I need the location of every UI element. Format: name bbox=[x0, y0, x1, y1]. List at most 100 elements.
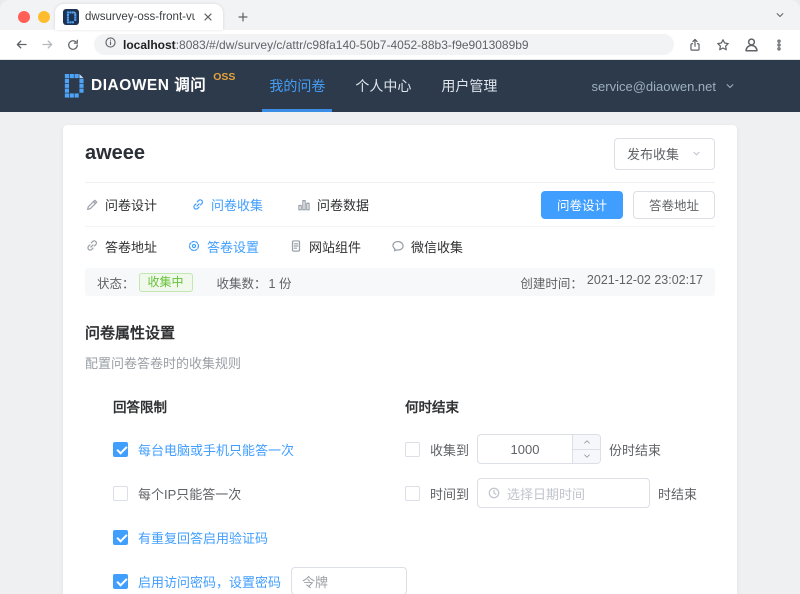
rule-collect-to: 收集到 1000 份时结束 bbox=[405, 434, 697, 464]
status-label: 状态： bbox=[97, 273, 135, 292]
nav-item-my-surveys[interactable]: 我的问卷 bbox=[269, 60, 325, 112]
option-label[interactable]: 每台电脑或手机只能答一次 bbox=[138, 440, 294, 459]
share-icon[interactable] bbox=[684, 34, 706, 56]
site-favicon-icon bbox=[63, 9, 79, 25]
chevron-down-icon bbox=[691, 148, 702, 159]
tab-survey-design[interactable]: 问卷设计 bbox=[85, 195, 157, 214]
gear-icon bbox=[187, 239, 201, 253]
survey-tabs: 问卷设计 问卷收集 问卷数据 问卷设计 答卷地址 bbox=[85, 183, 715, 227]
collect-count-label: 收集数： bbox=[217, 273, 267, 292]
checkbox-device-limit[interactable] bbox=[113, 442, 128, 457]
survey-title: aweee bbox=[85, 142, 145, 165]
close-window-button[interactable] bbox=[18, 11, 30, 23]
account-menu[interactable]: service@diaowen.net bbox=[592, 79, 736, 94]
refresh-button[interactable] bbox=[62, 34, 84, 56]
option-ip-limit: 每个IP只能答一次 bbox=[113, 478, 405, 508]
bookmark-star-icon[interactable] bbox=[712, 34, 734, 56]
page-background: aweee 发布收集 问卷设计 问卷收集 问卷数据 bbox=[0, 112, 800, 594]
account-email: service@diaowen.net bbox=[592, 79, 716, 94]
datetime-picker-input[interactable]: 选择日期时间 bbox=[477, 478, 650, 508]
end-rules-column: 何时结束 收集到 1000 份时结束 bbox=[405, 396, 697, 594]
tab-survey-collect[interactable]: 问卷收集 bbox=[191, 195, 263, 214]
url-bar[interactable]: localhost:8083/#/dw/survey/c/attr/c98fa1… bbox=[94, 34, 674, 55]
browser-tab[interactable]: dwsurvey-oss-front-vue bbox=[55, 4, 223, 30]
subtab-answer-settings[interactable]: 答卷设置 bbox=[187, 237, 259, 256]
publish-collect-dropdown[interactable]: 发布收集 bbox=[614, 138, 715, 170]
subtab-label: 答卷地址 bbox=[105, 237, 157, 256]
new-tab-button[interactable] bbox=[231, 5, 255, 29]
status-badge: 收集中 bbox=[139, 273, 193, 292]
checkbox-ip-limit[interactable] bbox=[113, 486, 128, 501]
collect-count-value: 1 份 bbox=[269, 273, 292, 292]
stepper-up-icon[interactable] bbox=[573, 435, 600, 450]
checkbox-captcha[interactable] bbox=[113, 530, 128, 545]
checkbox-collect-to[interactable] bbox=[405, 442, 420, 457]
url-path: :8083/#/dw/survey/c/attr/c98fa140-50b7-4… bbox=[176, 38, 529, 52]
site-info-icon[interactable] bbox=[104, 36, 117, 54]
subtab-wechat-collect[interactable]: 微信收集 bbox=[391, 237, 463, 256]
collect-count-input[interactable]: 1000 bbox=[477, 434, 601, 464]
forward-button[interactable] bbox=[36, 34, 58, 56]
browser-window: dwsurvey-oss-front-vue localhost:8083/#/… bbox=[0, 0, 800, 594]
back-button[interactable] bbox=[10, 34, 32, 56]
tab-label: 问卷收集 bbox=[211, 195, 263, 214]
section-subtitle: 配置问卷答卷时的收集规则 bbox=[85, 353, 715, 372]
nav-item-personal-center[interactable]: 个人中心 bbox=[355, 60, 411, 112]
option-label[interactable]: 每个IP只能答一次 bbox=[138, 484, 241, 503]
tab-survey-data[interactable]: 问卷数据 bbox=[297, 195, 369, 214]
checkbox-access-password[interactable] bbox=[113, 574, 128, 589]
answer-limit-title: 回答限制 bbox=[113, 396, 405, 416]
option-label[interactable]: 启用访问密码，设置密码 bbox=[138, 572, 281, 591]
title-row: aweee 发布收集 bbox=[85, 125, 715, 183]
answer-limit-column: 回答限制 每台电脑或手机只能答一次 每个IP只能答一次 有重复回答启用验证码 bbox=[113, 396, 405, 594]
brand-name: DIAOWEN 调问 bbox=[91, 73, 206, 99]
subtab-site-widget[interactable]: 网站组件 bbox=[289, 237, 361, 256]
chevron-down-icon bbox=[724, 80, 736, 92]
created-time-value: 2021-12-02 23:02:17 bbox=[587, 273, 703, 292]
rule-suffix: 时结束 bbox=[658, 484, 697, 503]
minimize-window-button[interactable] bbox=[38, 11, 50, 23]
datetime-placeholder: 选择日期时间 bbox=[507, 484, 585, 503]
clock-icon bbox=[487, 486, 501, 500]
section-head: 问卷属性设置 配置问卷答卷时的收集规则 bbox=[85, 322, 715, 372]
collect-count-input-value[interactable]: 1000 bbox=[478, 435, 572, 463]
status-bar: 状态： 收集中 收集数： 1 份 创建时间： 2021-12-02 23:02:… bbox=[85, 268, 715, 296]
answer-url-button[interactable]: 答卷地址 bbox=[633, 191, 715, 219]
tab-search-icon[interactable] bbox=[774, 8, 786, 26]
toolbar-actions bbox=[684, 34, 790, 56]
option-label[interactable]: 有重复回答启用验证码 bbox=[138, 528, 268, 547]
main-nav: 我的问卷 个人中心 用户管理 bbox=[269, 60, 497, 112]
brand[interactable]: DIAOWEN 调问 OSS bbox=[64, 73, 235, 99]
collect-subtabs: 答卷地址 答卷设置 网站组件 微信收集 bbox=[85, 227, 715, 265]
link-icon bbox=[191, 198, 205, 212]
survey-design-button[interactable]: 问卷设计 bbox=[541, 191, 623, 219]
browser-toolbar: localhost:8083/#/dw/survey/c/attr/c98fa1… bbox=[0, 30, 800, 60]
section-title: 问卷属性设置 bbox=[85, 322, 715, 343]
option-captcha: 有重复回答启用验证码 bbox=[113, 522, 405, 552]
tab-label: 问卷数据 bbox=[317, 195, 369, 214]
option-device-limit: 每台电脑或手机只能答一次 bbox=[113, 434, 405, 464]
app-navbar: DIAOWEN 调问 OSS 我的问卷 个人中心 用户管理 service@di… bbox=[0, 60, 800, 112]
nav-item-user-management[interactable]: 用户管理 bbox=[441, 60, 497, 112]
tab-label: 问卷设计 bbox=[105, 195, 157, 214]
subtab-label: 答卷设置 bbox=[207, 237, 259, 256]
rule-label[interactable]: 时间到 bbox=[430, 484, 469, 503]
number-stepper bbox=[572, 435, 600, 463]
pencil-icon bbox=[85, 198, 99, 212]
attribute-form: 回答限制 每台电脑或手机只能答一次 每个IP只能答一次 有重复回答启用验证码 bbox=[85, 396, 715, 594]
stepper-down-icon[interactable] bbox=[573, 450, 600, 464]
subtab-answer-url[interactable]: 答卷地址 bbox=[85, 237, 157, 256]
password-input[interactable]: 令牌 bbox=[291, 567, 407, 594]
browser-tab-strip: dwsurvey-oss-front-vue bbox=[0, 0, 800, 30]
chat-bubble-icon bbox=[391, 239, 405, 253]
link-icon bbox=[85, 239, 99, 253]
bar-chart-icon bbox=[297, 198, 311, 212]
document-icon bbox=[289, 239, 303, 253]
close-tab-icon[interactable] bbox=[201, 10, 215, 24]
subtab-label: 微信收集 bbox=[411, 237, 463, 256]
profile-avatar-icon[interactable] bbox=[740, 34, 762, 56]
browser-menu-icon[interactable] bbox=[768, 34, 790, 56]
rule-label[interactable]: 收集到 bbox=[430, 440, 469, 459]
diaowen-logo-icon bbox=[64, 73, 84, 99]
checkbox-time-to[interactable] bbox=[405, 486, 420, 501]
